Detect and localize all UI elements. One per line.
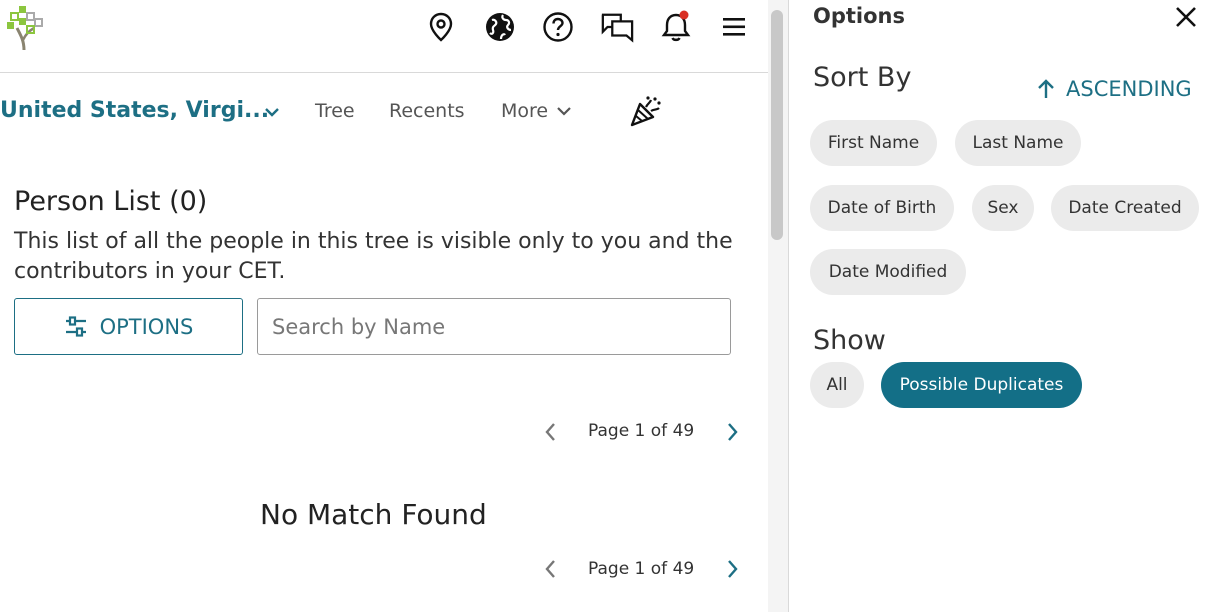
show-all[interactable]: All [810,362,864,408]
options-button-label: OPTIONS [99,314,194,339]
ascending-label: ASCENDING [1066,77,1192,101]
sort-date-of-birth[interactable]: Date of Birth [810,185,954,231]
sort-by-heading: Sort By [813,62,912,93]
next-page-button-bottom[interactable] [720,556,746,582]
bell-icon[interactable] [659,10,693,44]
globe-icon[interactable] [483,10,517,44]
logo-tree-icon[interactable] [4,4,46,52]
party-popper-icon[interactable] [628,94,664,128]
sort-date-modified[interactable]: Date Modified [810,249,966,295]
chevron-down-icon [557,107,571,116]
nav-recents[interactable]: Recents [389,100,465,122]
main-pane: United States, Virgi... Tree Recents Mor… [0,0,768,612]
nav-more[interactable]: More [501,100,572,122]
no-match-message: No Match Found [260,498,487,531]
menu-icon[interactable] [717,10,751,44]
notification-dot [679,10,689,20]
prev-page-button[interactable] [537,419,563,445]
map-pin-icon[interactable] [424,10,458,44]
sliders-icon [65,315,86,337]
location-selector[interactable]: United States, Virgi... [0,98,269,123]
nav-tree[interactable]: Tree [315,100,355,122]
page-indicator-bottom: Page 1 of 49 [588,559,695,579]
chevron-right-icon [728,560,738,578]
location-label: United States, Virgi... [0,98,270,123]
arrow-up-icon [1038,79,1054,98]
sort-first-name[interactable]: First Name [810,120,937,166]
sort-sex[interactable]: Sex [972,185,1034,231]
chat-icon[interactable] [600,10,634,44]
sort-last-name[interactable]: Last Name [955,120,1081,166]
next-page-button[interactable] [720,419,746,445]
chevron-down-icon[interactable] [263,104,283,122]
options-button[interactable]: OPTIONS [14,298,243,355]
header-divider [0,72,768,73]
page-title: Person List (0) [14,186,208,217]
show-heading: Show [813,325,886,356]
help-icon[interactable] [541,10,575,44]
nav-more-label: More [501,100,549,122]
prev-page-button-bottom[interactable] [537,556,563,582]
ascending-toggle[interactable]: ASCENDING [1036,77,1192,101]
search-input[interactable] [257,298,731,355]
scrollbar-thumb[interactable] [771,10,783,240]
panel-divider [788,0,789,612]
page-indicator: Page 1 of 49 [588,421,695,441]
chevron-left-icon [545,560,555,578]
show-possible-duplicates[interactable]: Possible Duplicates [881,362,1082,408]
chevron-left-icon [545,423,555,441]
sort-date-created[interactable]: Date Created [1051,185,1199,231]
options-panel-title: Options [813,4,905,28]
chevron-right-icon [728,423,738,441]
page-description: This list of all the people in this tree… [14,229,733,284]
close-icon[interactable] [1172,3,1200,31]
